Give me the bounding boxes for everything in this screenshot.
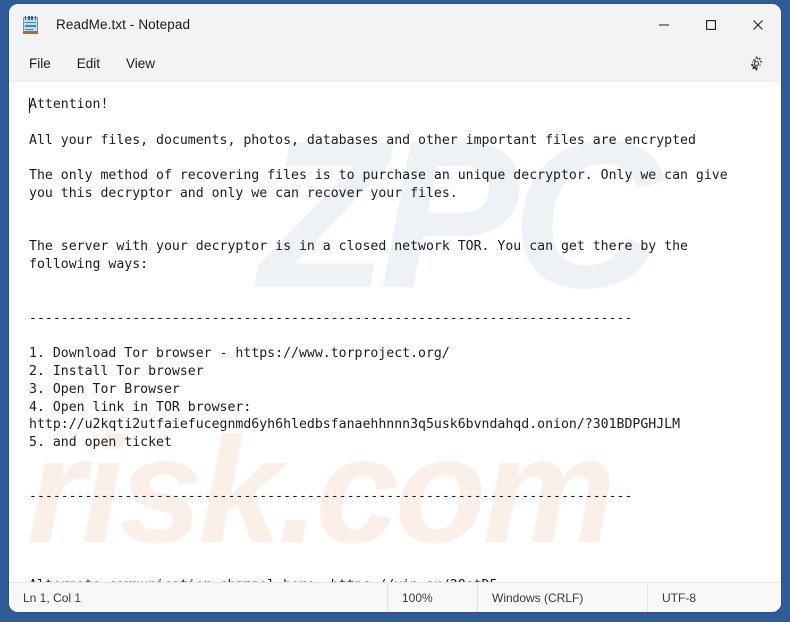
close-button[interactable] bbox=[734, 4, 781, 45]
close-icon bbox=[752, 19, 763, 30]
menu-item-view[interactable]: View bbox=[113, 51, 168, 76]
notepad-window: ReadMe.txt - Notepad File Edit View ZPC … bbox=[9, 4, 781, 612]
title-bar[interactable]: ReadMe.txt - Notepad bbox=[9, 4, 781, 45]
minimize-button[interactable] bbox=[640, 4, 687, 45]
minimize-icon bbox=[658, 23, 669, 26]
menu-bar: File Edit View bbox=[9, 45, 781, 82]
status-zoom-level[interactable]: 100% bbox=[387, 583, 477, 612]
status-cursor-position: Ln 1, Col 1 bbox=[23, 590, 82, 605]
text-editor-area[interactable]: ZPC risk.com Attention! All your files, … bbox=[9, 82, 781, 582]
status-bar: Ln 1, Col 1 100% Windows (CRLF) UTF-8 bbox=[9, 582, 781, 612]
maximize-button[interactable] bbox=[687, 4, 734, 45]
maximize-icon bbox=[705, 19, 716, 30]
window-title: ReadMe.txt - Notepad bbox=[56, 17, 191, 32]
gear-icon bbox=[750, 56, 762, 71]
notepad-icon bbox=[22, 15, 40, 34]
menu-item-file[interactable]: File bbox=[16, 51, 64, 76]
caption-buttons bbox=[640, 4, 781, 45]
text-caret bbox=[29, 98, 30, 113]
status-encoding[interactable]: UTF-8 bbox=[647, 583, 767, 612]
ransom-note-text[interactable]: Attention! All your files, documents, ph… bbox=[9, 82, 781, 582]
settings-button[interactable] bbox=[741, 50, 771, 78]
menu-item-edit[interactable]: Edit bbox=[64, 51, 113, 76]
status-line-ending[interactable]: Windows (CRLF) bbox=[477, 583, 647, 612]
